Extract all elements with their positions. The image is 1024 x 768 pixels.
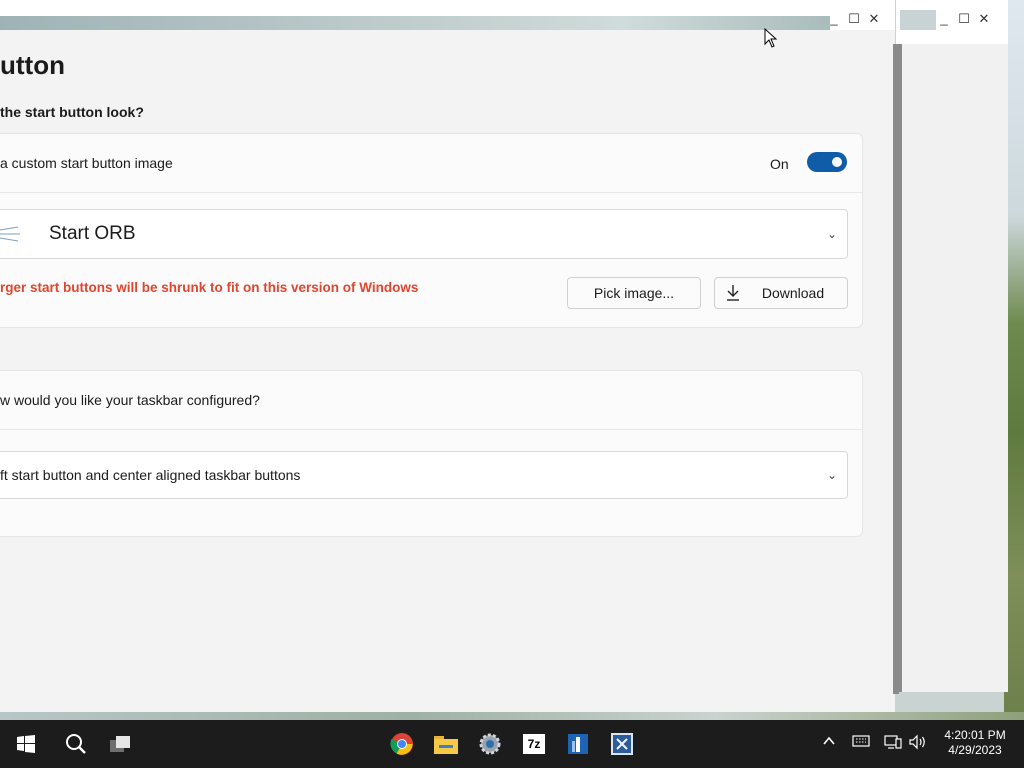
orb-select-value: Start ORB bbox=[49, 223, 136, 244]
custom-image-toggle[interactable] bbox=[807, 152, 847, 172]
orb-select[interactable]: Start ORB ⌄ bbox=[0, 209, 848, 259]
volume-icon[interactable] bbox=[908, 734, 928, 753]
clock-time: 4:20:01 PM bbox=[944, 728, 1006, 742]
chrome-icon[interactable] bbox=[386, 728, 418, 760]
maximize-icon[interactable]: ☐ bbox=[848, 12, 860, 26]
background-window-titlebar[interactable]: _ ☐ ✕ bbox=[896, 0, 1008, 44]
start-button-card: a custom start button image On Start ORB… bbox=[0, 133, 863, 328]
pick-image-button[interactable]: Pick image... bbox=[567, 277, 701, 309]
windows-start-icon[interactable] bbox=[10, 728, 42, 760]
download-icon bbox=[727, 285, 739, 301]
size-warning: rger start buttons will be shrunk to fit… bbox=[0, 280, 419, 295]
keyboard-icon[interactable] bbox=[852, 734, 870, 751]
settings-icon[interactable] bbox=[474, 728, 506, 760]
clock-date: 4/29/2023 bbox=[948, 743, 1002, 757]
close-icon[interactable]: ✕ bbox=[868, 12, 880, 26]
task-view-icon[interactable] bbox=[104, 728, 136, 760]
taskbar-config-select[interactable]: ft start button and center aligned taskb… bbox=[0, 451, 848, 499]
desktop-wallpaper-strip bbox=[0, 712, 1024, 720]
minimize-icon[interactable]: _ bbox=[938, 12, 950, 26]
chevron-down-icon: ⌄ bbox=[826, 227, 837, 241]
settings-window: _ ☐ ✕ utton the start button look? a cus… bbox=[0, 0, 899, 712]
mouse-cursor-icon bbox=[764, 28, 778, 48]
window-titlebar[interactable]: _ ☐ ✕ bbox=[0, 0, 895, 30]
download-label: Download bbox=[761, 285, 825, 301]
taskbar: 7z 4:20:01 PM 4/29/2023 bbox=[0, 720, 1024, 768]
search-icon[interactable] bbox=[60, 728, 92, 760]
toggle-state-label: On bbox=[770, 156, 789, 172]
window-scrollbar[interactable] bbox=[893, 44, 899, 694]
toggle-knob bbox=[832, 157, 842, 167]
taskbar-config-value: ft start button and center aligned taskb… bbox=[0, 467, 301, 483]
pick-image-label: Pick image... bbox=[593, 285, 675, 301]
section-heading-start-button: the start button look? bbox=[0, 104, 144, 120]
page-title: utton bbox=[0, 50, 65, 80]
app-blue-icon[interactable] bbox=[562, 728, 594, 760]
taskbar-config-question: w would you like your taskbar configured… bbox=[0, 392, 260, 408]
background-window-controls: _ ☐ ✕ bbox=[938, 12, 990, 26]
app-framed-icon[interactable] bbox=[606, 728, 638, 760]
custom-image-label: a custom start button image bbox=[0, 155, 173, 171]
network-icon[interactable] bbox=[884, 734, 902, 753]
minimize-icon[interactable]: _ bbox=[828, 12, 840, 26]
chevron-down-icon: ⌄ bbox=[826, 468, 837, 482]
window-controls: _ ☐ ✕ bbox=[828, 12, 880, 26]
7zip-label: 7z bbox=[523, 734, 545, 754]
close-icon[interactable]: ✕ bbox=[978, 12, 990, 26]
chevron-up-icon[interactable] bbox=[822, 734, 836, 751]
orb-preview-icon bbox=[0, 226, 20, 242]
taskbar-config-card: w would you like your taskbar configured… bbox=[0, 370, 863, 537]
file-explorer-icon[interactable] bbox=[430, 728, 462, 760]
background-window: _ ☐ ✕ bbox=[895, 0, 1008, 692]
system-clock[interactable]: 4:20:01 PM 4/29/2023 bbox=[928, 728, 1022, 758]
download-button[interactable]: Download bbox=[714, 277, 848, 309]
maximize-icon[interactable]: ☐ bbox=[958, 12, 970, 26]
7zip-icon[interactable]: 7z bbox=[518, 728, 550, 760]
